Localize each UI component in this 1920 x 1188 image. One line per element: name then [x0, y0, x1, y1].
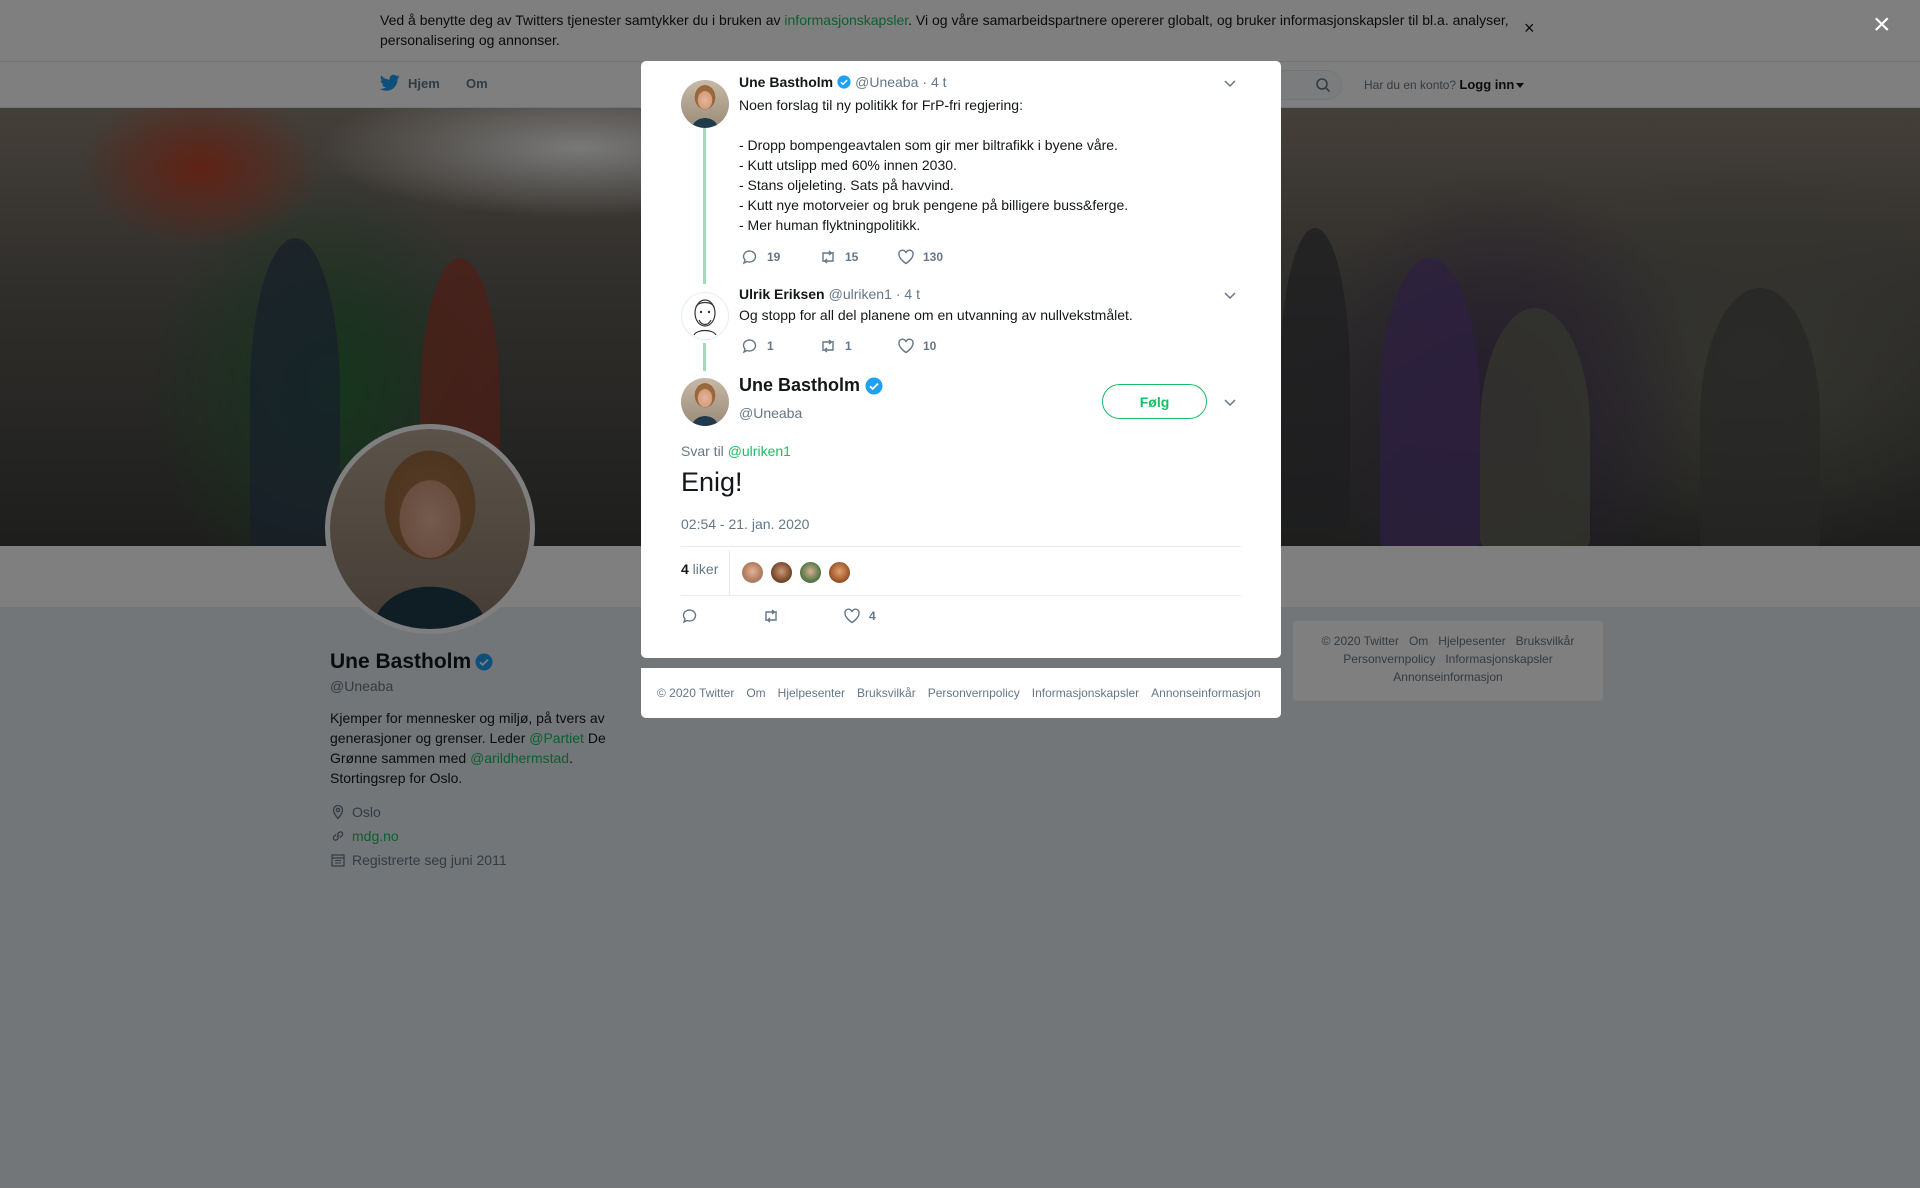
liker-avatars — [741, 561, 851, 584]
main-tweet-author-handle[interactable]: @Uneaba — [739, 405, 802, 421]
tweet-line: Noen forslag til ny politikk for FrP-fri… — [739, 97, 1023, 113]
footer-link-cookies[interactable]: Informasjonskapsler — [1032, 686, 1139, 700]
reply-context: Svar til @ulriken1 — [681, 443, 791, 459]
retweet-icon — [822, 250, 834, 264]
tweet-author-name[interactable]: Ulrik Eriksen — [739, 286, 825, 302]
tweet-line: - Mer human flyktningpolitikk. — [739, 217, 921, 233]
tweet-line: - Kutt nye motorveier og bruk pengene på… — [739, 197, 1129, 213]
reply-button[interactable]: 1 — [741, 337, 819, 355]
reply-prefix: Svar til — [681, 443, 728, 459]
main-tweet-timestamp[interactable]: 02:54 - 21. jan. 2020 — [681, 516, 809, 532]
retweet-button[interactable]: 1 — [819, 337, 897, 355]
modal-footer: © 2020 Twitter Om Hjelpesenter Bruksvilk… — [641, 668, 1281, 718]
footer-link-terms[interactable]: Bruksvilkår — [857, 686, 916, 700]
liker-avatar[interactable] — [799, 561, 822, 584]
like-count: 130 — [923, 250, 944, 264]
reply-icon — [742, 339, 757, 354]
like-count: 4 — [869, 609, 876, 623]
tweet-header: Ulrik Eriksen @ulriken1 · 4 t — [739, 286, 920, 302]
avatar[interactable] — [681, 80, 729, 128]
footer-link-about[interactable]: Om — [746, 686, 765, 700]
footer-link-privacy[interactable]: Personvernpolicy — [928, 686, 1020, 700]
divider — [729, 550, 730, 595]
verified-icon — [865, 377, 883, 394]
divider — [681, 546, 1241, 547]
chevron-down-icon[interactable] — [1223, 76, 1237, 90]
avatar[interactable] — [681, 292, 729, 340]
like-count: 10 — [923, 339, 937, 353]
main-tweet-text: Enig! — [681, 467, 743, 497]
tweet-author-handle[interactable]: @ulriken1 — [829, 286, 892, 302]
tweet-author-name[interactable]: Une Bastholm — [739, 74, 833, 90]
tweet-author-handle[interactable]: @Uneaba — [855, 74, 918, 90]
tweet-text: Noen forslag til ny politikk for FrP-fri… — [739, 95, 1159, 235]
like-button[interactable]: 130 — [897, 248, 975, 266]
tweet-line: Og stopp for all del planene om en utvan… — [739, 307, 1133, 323]
footer-link-ads[interactable]: Annonseinformasjon — [1151, 686, 1260, 700]
likes-stat[interactable]: 4 liker — [681, 561, 718, 577]
liker-avatar[interactable] — [770, 561, 793, 584]
tweet-header: Une Bastholm @Uneaba · 4 t — [739, 74, 947, 90]
likes-label: liker — [688, 561, 719, 577]
thread-connector — [703, 128, 706, 284]
reply-to-mention[interactable]: @ulriken1 — [728, 443, 791, 459]
thread-connector — [703, 343, 706, 371]
main-tweet-author: Une Bastholm — [739, 375, 883, 396]
tweet-text: Og stopp for all del planene om en utvan… — [739, 305, 1159, 325]
retweet-button[interactable]: 15 — [819, 248, 897, 266]
main-tweet-author-name[interactable]: Une Bastholm — [739, 375, 860, 396]
like-icon — [898, 249, 914, 265]
like-icon — [844, 608, 860, 624]
retweet-count: 1 — [845, 339, 852, 353]
tweet-line: - Dropp bompengeavtalen som gir mer bilt… — [739, 137, 1118, 153]
sketch-portrait-icon — [693, 299, 717, 336]
retweet-count: 15 — [845, 250, 859, 264]
tweet-line: - Stans oljeleting. Sats på havvind. — [739, 177, 954, 193]
tweet-actions: 1 1 10 — [741, 337, 975, 355]
tweet-time[interactable]: · 4 t — [896, 286, 920, 302]
chevron-down-icon[interactable] — [1223, 395, 1237, 409]
close-icon[interactable]: × — [1873, 10, 1891, 40]
footer-link-help[interactable]: Hjelpesenter — [778, 686, 845, 700]
reply-count: 19 — [767, 250, 781, 264]
liker-avatar[interactable] — [741, 561, 764, 584]
reply-count: 1 — [767, 339, 774, 353]
divider — [681, 595, 1241, 596]
likes-count: 4 — [681, 561, 689, 577]
main-tweet-actions: 4 — [681, 607, 924, 625]
tweet-line: - Kutt utslipp med 60% innen 2030. — [739, 157, 957, 173]
reply-icon — [682, 609, 697, 624]
tweet-time[interactable]: · 4 t — [922, 74, 946, 90]
retweet-icon — [765, 609, 777, 623]
like-button[interactable]: 10 — [897, 337, 975, 355]
footer-copyright: © 2020 Twitter — [657, 686, 735, 700]
reply-icon — [742, 250, 757, 265]
tweet-actions: 19 15 130 — [741, 248, 975, 266]
reply-button[interactable] — [681, 607, 762, 625]
like-icon — [898, 338, 914, 354]
reply-button[interactable]: 19 — [741, 248, 819, 266]
tweet-modal: Une Bastholm @Uneaba · 4 t Noen forslag … — [641, 61, 1281, 658]
liker-avatar[interactable] — [828, 561, 851, 584]
verified-icon — [837, 75, 851, 89]
avatar[interactable] — [681, 378, 729, 426]
retweet-button[interactable] — [762, 607, 843, 625]
like-button[interactable]: 4 — [843, 607, 924, 625]
chevron-down-icon[interactable] — [1223, 288, 1237, 302]
retweet-icon — [822, 339, 834, 353]
tweet-line — [739, 115, 1159, 135]
follow-button[interactable]: Følg — [1102, 384, 1207, 419]
